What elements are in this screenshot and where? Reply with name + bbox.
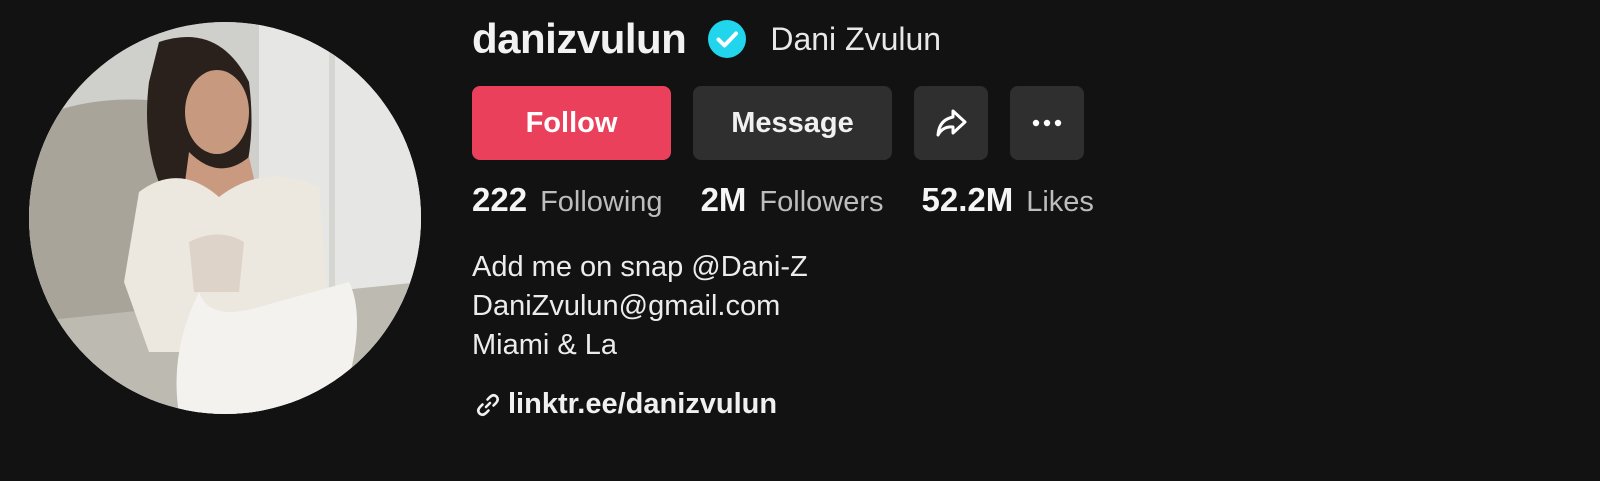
profile-link[interactable]: linktr.ee/danizvulun	[474, 388, 777, 421]
profile-header: danizvulun Dani Zvulun Follow Message 22…	[0, 0, 1600, 481]
verified-badge-icon	[708, 20, 747, 58]
more-options-button[interactable]	[1010, 86, 1084, 160]
stat-followers[interactable]: 2M Followers	[701, 181, 884, 219]
stat-following[interactable]: 222 Following	[472, 181, 663, 219]
likes-count: 52.2M	[921, 181, 1014, 218]
likes-label: Likes	[1026, 186, 1094, 218]
message-button[interactable]: Message	[693, 86, 892, 160]
link-icon	[474, 391, 502, 419]
avatar[interactable]	[29, 22, 421, 414]
share-button[interactable]	[914, 86, 988, 160]
share-arrow-icon	[936, 109, 967, 137]
profile-bio: Add me on snap @Dani-Z DaniZvulun@gmail.…	[472, 248, 808, 365]
stat-likes: 52.2M Likes	[922, 181, 1094, 219]
bio-line: Miami & La	[472, 329, 618, 361]
bio-line: DaniZvulun@gmail.com	[472, 290, 781, 322]
display-name: Dani Zvulun	[770, 20, 942, 57]
following-label: Following	[540, 186, 663, 218]
followers-label: Followers	[759, 186, 884, 218]
follow-button[interactable]: Follow	[472, 86, 671, 160]
profile-link-text: linktr.ee/danizvulun	[508, 388, 778, 420]
profile-stats: 222 Following 2M Followers 52.2M Likes	[472, 181, 1132, 219]
profile-actions: Follow Message	[472, 86, 1084, 160]
more-horizontal-icon	[1032, 119, 1062, 127]
followers-count: 2M	[700, 181, 747, 218]
profile-title-row: danizvulun Dani Zvulun	[472, 14, 941, 64]
following-count: 222	[472, 181, 528, 218]
username: danizvulun	[472, 15, 687, 62]
avatar-image	[29, 22, 421, 414]
bio-line: Add me on snap @Dani-Z	[472, 251, 808, 283]
